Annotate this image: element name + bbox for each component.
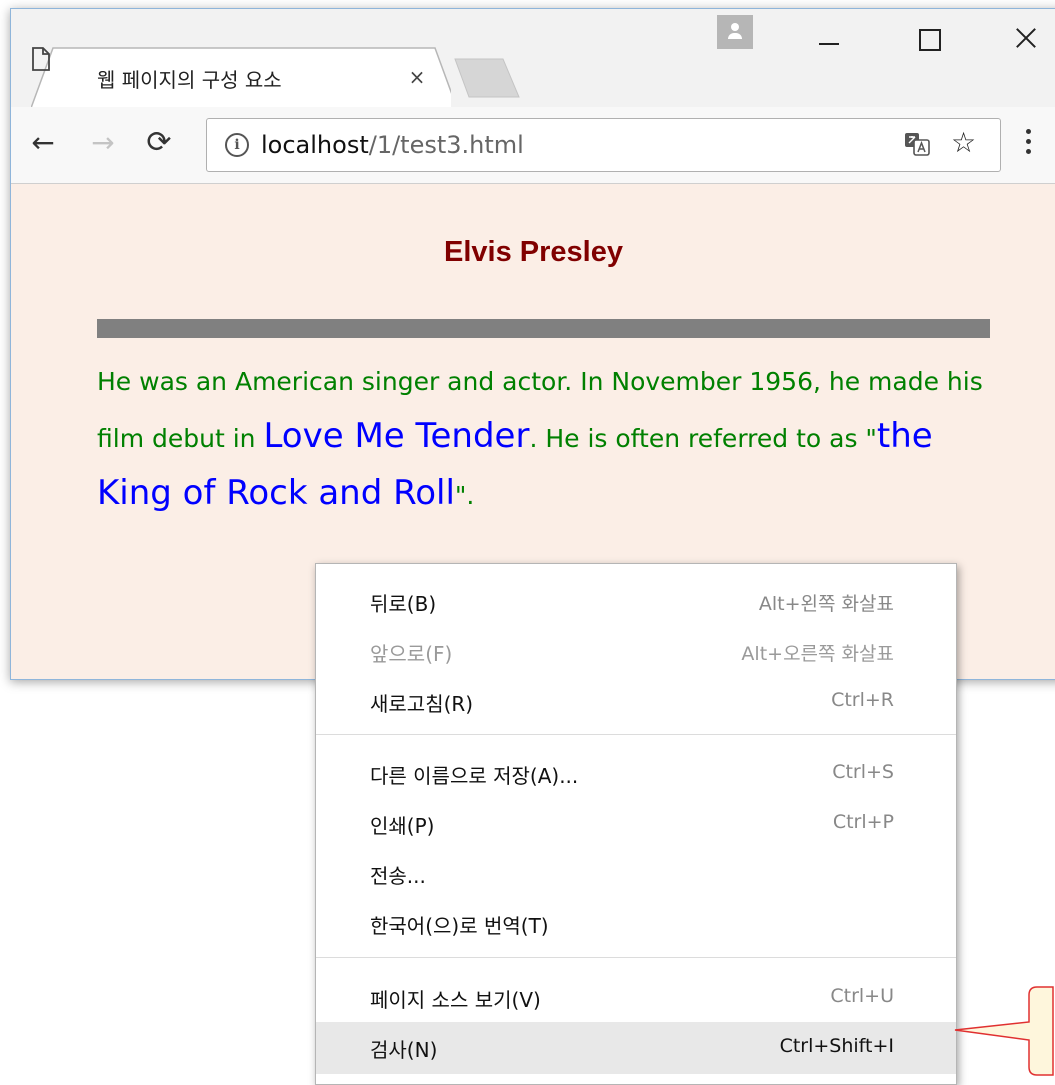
toolbar: ← → ⟳ i localhost/1/test3.html ☆ (11, 107, 1055, 184)
menu-item-print[interactable]: 인쇄(P) Ctrl+P (316, 798, 956, 850)
menu-item-label: 페이지 소스 보기(V) (370, 988, 541, 1012)
tab-close-icon[interactable]: × (407, 67, 427, 87)
url-text[interactable]: localhost/1/test3.html (261, 131, 524, 159)
para-text-2: . He is often referred to as " (529, 424, 877, 453)
film-title: Love Me Tender (263, 416, 530, 456)
menu-item-shortcut: Alt+왼쪽 화살표 (758, 593, 894, 615)
profile-icon[interactable] (717, 15, 753, 49)
close-window-button[interactable] (1011, 23, 1041, 53)
horizontal-rule (97, 319, 990, 338)
menu-item-shortcut: Ctrl+S (832, 761, 894, 783)
page-heading: Elvis Presley (444, 236, 623, 268)
menu-item-cast[interactable]: 전송... (316, 848, 956, 900)
menu-item-shortcut: Ctrl+U (830, 985, 894, 1007)
forward-arrow-icon[interactable]: → (85, 125, 121, 161)
new-tab-button[interactable] (451, 57, 531, 107)
menu-item-label: 다른 이름으로 저장(A)... (370, 764, 579, 788)
menu-item-label: 인쇄(P) (370, 814, 435, 838)
menu-separator (316, 957, 956, 958)
menu-item-shortcut: Ctrl+P (832, 811, 894, 833)
translate-icon[interactable] (904, 132, 930, 156)
back-arrow-icon[interactable]: ← (25, 125, 61, 161)
callout-bubble (954, 986, 1054, 1076)
menu-item-shortcut: Ctrl+R (831, 689, 894, 711)
menu-item-reload[interactable]: 새로고침(R) Ctrl+R (316, 676, 956, 728)
menu-separator (316, 734, 956, 735)
document-icon (32, 47, 50, 71)
menu-item-label: 뒤로(B) (370, 592, 437, 616)
url-host: localhost (261, 131, 369, 159)
bookmark-star-icon[interactable]: ☆ (951, 127, 976, 159)
maximize-button[interactable] (916, 23, 946, 53)
menu-item-shortcut: Alt+오른쪽 화살표 (741, 643, 894, 665)
tab-title: 웹 페이지의 구성 요소 (97, 68, 282, 92)
context-menu: 뒤로(B) Alt+왼쪽 화살표 앞으로(F) Alt+오른쪽 화살표 새로고침… (315, 563, 957, 1085)
menu-item-back[interactable]: 뒤로(B) Alt+왼쪽 화살표 (316, 576, 956, 628)
menu-item-label: 한국어(으)로 번역(T) (370, 914, 549, 938)
minimize-button[interactable] (814, 23, 844, 53)
tab-active[interactable]: 웹 페이지의 구성 요소 × (31, 47, 451, 109)
menu-item-view-source[interactable]: 페이지 소스 보기(V) Ctrl+U (316, 972, 956, 1024)
para-text-3: ". (454, 481, 475, 510)
menu-item-translate[interactable]: 한국어(으)로 번역(T) (316, 898, 956, 950)
address-bar[interactable]: i localhost/1/test3.html ☆ (206, 118, 1001, 172)
menu-item-forward[interactable]: 앞으로(F) Alt+오른쪽 화살표 (316, 626, 956, 678)
title-bar: 웹 페이지의 구성 요소 × (11, 9, 1055, 109)
menu-item-label: 새로고침(R) (370, 692, 474, 716)
menu-item-label: 전송... (370, 864, 426, 888)
reload-icon[interactable]: ⟳ (141, 125, 177, 161)
menu-item-label: 앞으로(F) (370, 642, 453, 666)
paragraph: He was an American singer and actor. In … (97, 354, 997, 523)
menu-item-label: 검사(N) (370, 1038, 438, 1062)
menu-item-shortcut: Ctrl+Shift+I (779, 1035, 894, 1057)
url-path: /1/test3.html (368, 131, 524, 159)
info-icon[interactable]: i (225, 133, 249, 157)
menu-item-inspect[interactable]: 검사(N) Ctrl+Shift+I (316, 1022, 956, 1074)
menu-item-save-as[interactable]: 다른 이름으로 저장(A)... Ctrl+S (316, 748, 956, 800)
kebab-menu-icon[interactable] (1026, 129, 1032, 163)
